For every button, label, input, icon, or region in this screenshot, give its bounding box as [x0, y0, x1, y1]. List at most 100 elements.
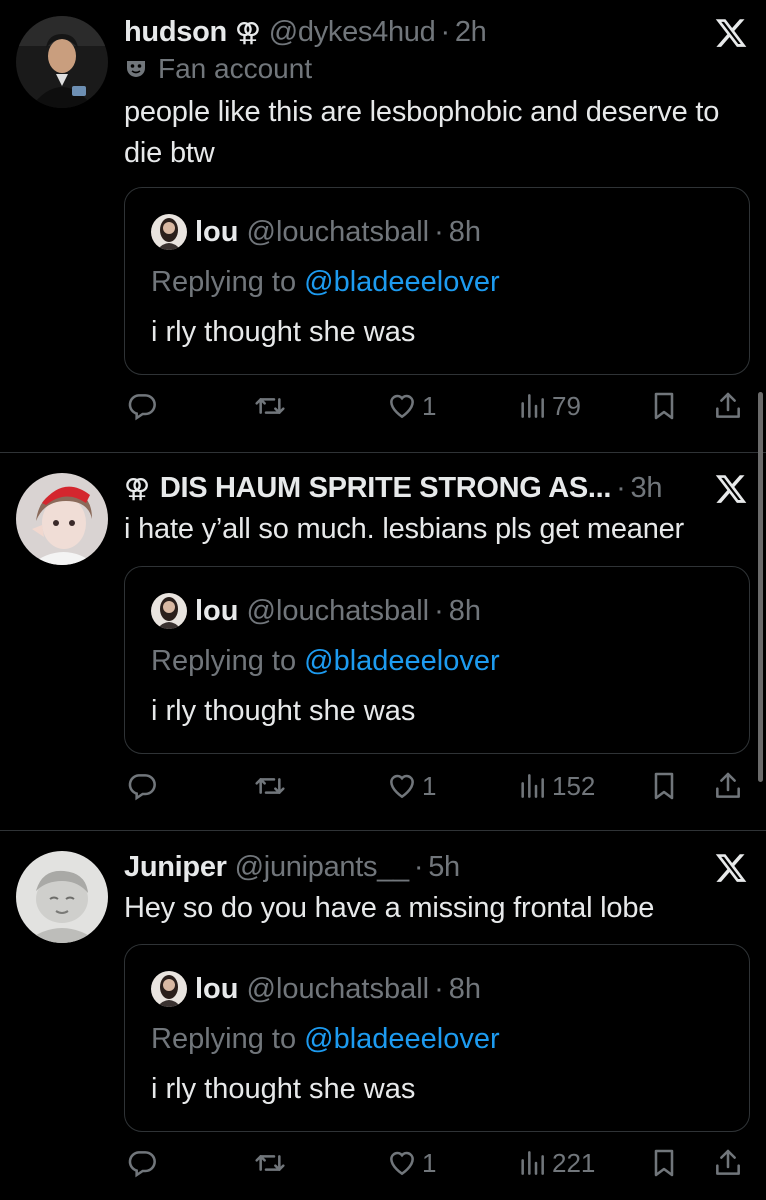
- x-logo-icon[interactable]: [714, 851, 748, 885]
- action-bar: 1 79: [0, 390, 766, 430]
- replying-prefix: Replying to: [151, 1023, 297, 1055]
- like-count: 1: [422, 770, 437, 801]
- views-button[interactable]: 152: [516, 770, 595, 802]
- fan-account-badge: Fan account: [124, 53, 312, 85]
- quote-timestamp: 8h: [448, 594, 482, 627]
- avatar[interactable]: [16, 16, 108, 108]
- heart-icon: [386, 770, 418, 802]
- reply-button[interactable]: [126, 390, 158, 422]
- timestamp[interactable]: 2h: [455, 16, 487, 49]
- mention-link[interactable]: @bladeeelover: [304, 1023, 500, 1055]
- retweet-icon: [254, 770, 286, 802]
- share-icon: [712, 390, 744, 422]
- handle[interactable]: @junipants__: [235, 851, 409, 884]
- reply-icon: [126, 390, 158, 422]
- mention-link[interactable]: @bladeeelover: [304, 645, 500, 677]
- replying-to: Replying to @bladeeelover: [151, 645, 500, 678]
- x-logo-icon[interactable]: [714, 472, 748, 506]
- quote-display-name: lou: [195, 972, 239, 1005]
- scrollbar[interactable]: [758, 392, 763, 782]
- quote-handle: @louchatsball: [246, 972, 430, 1005]
- views-button[interactable]: 79: [516, 390, 581, 422]
- avatar[interactable]: [16, 851, 108, 943]
- quote-text: i rly thought she was: [151, 316, 416, 348]
- views-icon: [516, 1147, 548, 1179]
- quoted-tweet[interactable]: lou @louchatsball · 8h Replying to @blad…: [124, 566, 750, 754]
- tweet[interactable]: ⚢ DIS HAUM SPRITE STRONG AS... · 3h i ha…: [0, 453, 766, 830]
- replying-prefix: Replying to: [151, 645, 297, 677]
- separator: ·: [434, 972, 444, 1005]
- quote-header: lou @louchatsball · 8h: [151, 214, 481, 250]
- tweet-header: Juniper @junipants__ · 5h: [124, 847, 676, 887]
- reply-icon: [126, 1147, 158, 1179]
- bookmark-button[interactable]: [648, 770, 680, 802]
- tweet-text: Hey so do you have a missing frontal lob…: [124, 892, 655, 924]
- separator: ·: [440, 15, 450, 48]
- display-name[interactable]: hudson: [124, 16, 227, 49]
- heart-icon: [386, 390, 418, 422]
- like-button[interactable]: 1: [386, 1147, 436, 1179]
- quote-text: i rly thought she was: [151, 1073, 416, 1105]
- views-icon: [516, 770, 548, 802]
- separator: ·: [434, 215, 444, 248]
- retweet-icon: [254, 1147, 286, 1179]
- quote-avatar: [151, 593, 187, 629]
- views-icon: [516, 390, 548, 422]
- display-name[interactable]: DIS HAUM SPRITE STRONG AS...: [160, 472, 612, 505]
- badge-label: Fan account: [158, 53, 313, 84]
- bookmark-button[interactable]: [648, 1147, 680, 1179]
- bookmark-icon: [648, 1147, 680, 1179]
- display-name[interactable]: Juniper: [124, 851, 227, 884]
- handle[interactable]: @dykes4hud: [269, 16, 436, 49]
- like-count: 1: [422, 390, 437, 421]
- bookmark-button[interactable]: [648, 390, 680, 422]
- share-icon: [712, 770, 744, 802]
- tweet[interactable]: hudson ⚢ @dykes4hud · 2h Fan account peo…: [0, 0, 766, 452]
- quote-handle: @louchatsball: [246, 594, 430, 627]
- share-button[interactable]: [712, 1147, 744, 1179]
- share-button[interactable]: [712, 770, 744, 802]
- replying-to: Replying to @bladeeelover: [151, 266, 500, 299]
- share-button[interactable]: [712, 390, 744, 422]
- view-count: 152: [552, 770, 596, 801]
- quote-timestamp: 8h: [448, 972, 482, 1005]
- quote-header: lou @louchatsball · 8h: [151, 593, 481, 629]
- mention-link[interactable]: @bladeeelover: [304, 266, 500, 298]
- bookmark-icon: [648, 770, 680, 802]
- x-logo-icon[interactable]: [714, 16, 748, 50]
- view-count: 221: [552, 1147, 596, 1178]
- quote-display-name: lou: [195, 215, 239, 248]
- lesbian-symbol: ⚢: [234, 16, 261, 47]
- action-bar: 1 221: [0, 1147, 766, 1187]
- reply-button[interactable]: [126, 770, 158, 802]
- retweet-button[interactable]: [254, 390, 286, 422]
- retweet-icon: [254, 390, 286, 422]
- reply-icon: [126, 770, 158, 802]
- like-button[interactable]: 1: [386, 770, 436, 802]
- action-bar: 1 152: [0, 770, 766, 810]
- heart-icon: [386, 1147, 418, 1179]
- like-count: 1: [422, 1147, 437, 1178]
- quoted-tweet[interactable]: lou @louchatsball · 8h Replying to @blad…: [124, 944, 750, 1132]
- quote-handle: @louchatsball: [246, 215, 430, 248]
- tweet-text: i hate y’all so much. lesbians pls get m…: [124, 513, 685, 545]
- quoted-tweet[interactable]: lou @louchatsball · 8h Replying to @blad…: [124, 187, 750, 375]
- timestamp[interactable]: 5h: [428, 851, 460, 884]
- reply-button[interactable]: [126, 1147, 158, 1179]
- view-count: 79: [552, 390, 581, 421]
- like-button[interactable]: 1: [386, 390, 436, 422]
- views-button[interactable]: 221: [516, 1147, 595, 1179]
- separator: ·: [413, 850, 424, 883]
- retweet-button[interactable]: [254, 770, 286, 802]
- tweet[interactable]: Juniper @junipants__ · 5h Hey so do you …: [0, 831, 766, 1200]
- quote-timestamp: 8h: [448, 215, 482, 248]
- replying-prefix: Replying to: [151, 266, 297, 298]
- retweet-button[interactable]: [254, 1147, 286, 1179]
- separator: ·: [434, 594, 444, 627]
- avatar[interactable]: [16, 473, 108, 565]
- lesbian-symbol: ⚢: [124, 472, 150, 503]
- tweet-header: ⚢ DIS HAUM SPRITE STRONG AS... · 3h: [124, 468, 676, 508]
- quote-text: i rly thought she was: [151, 695, 416, 727]
- timestamp[interactable]: 3h: [631, 472, 663, 505]
- tweet-feed: hudson ⚢ @dykes4hud · 2h Fan account peo…: [0, 0, 766, 1200]
